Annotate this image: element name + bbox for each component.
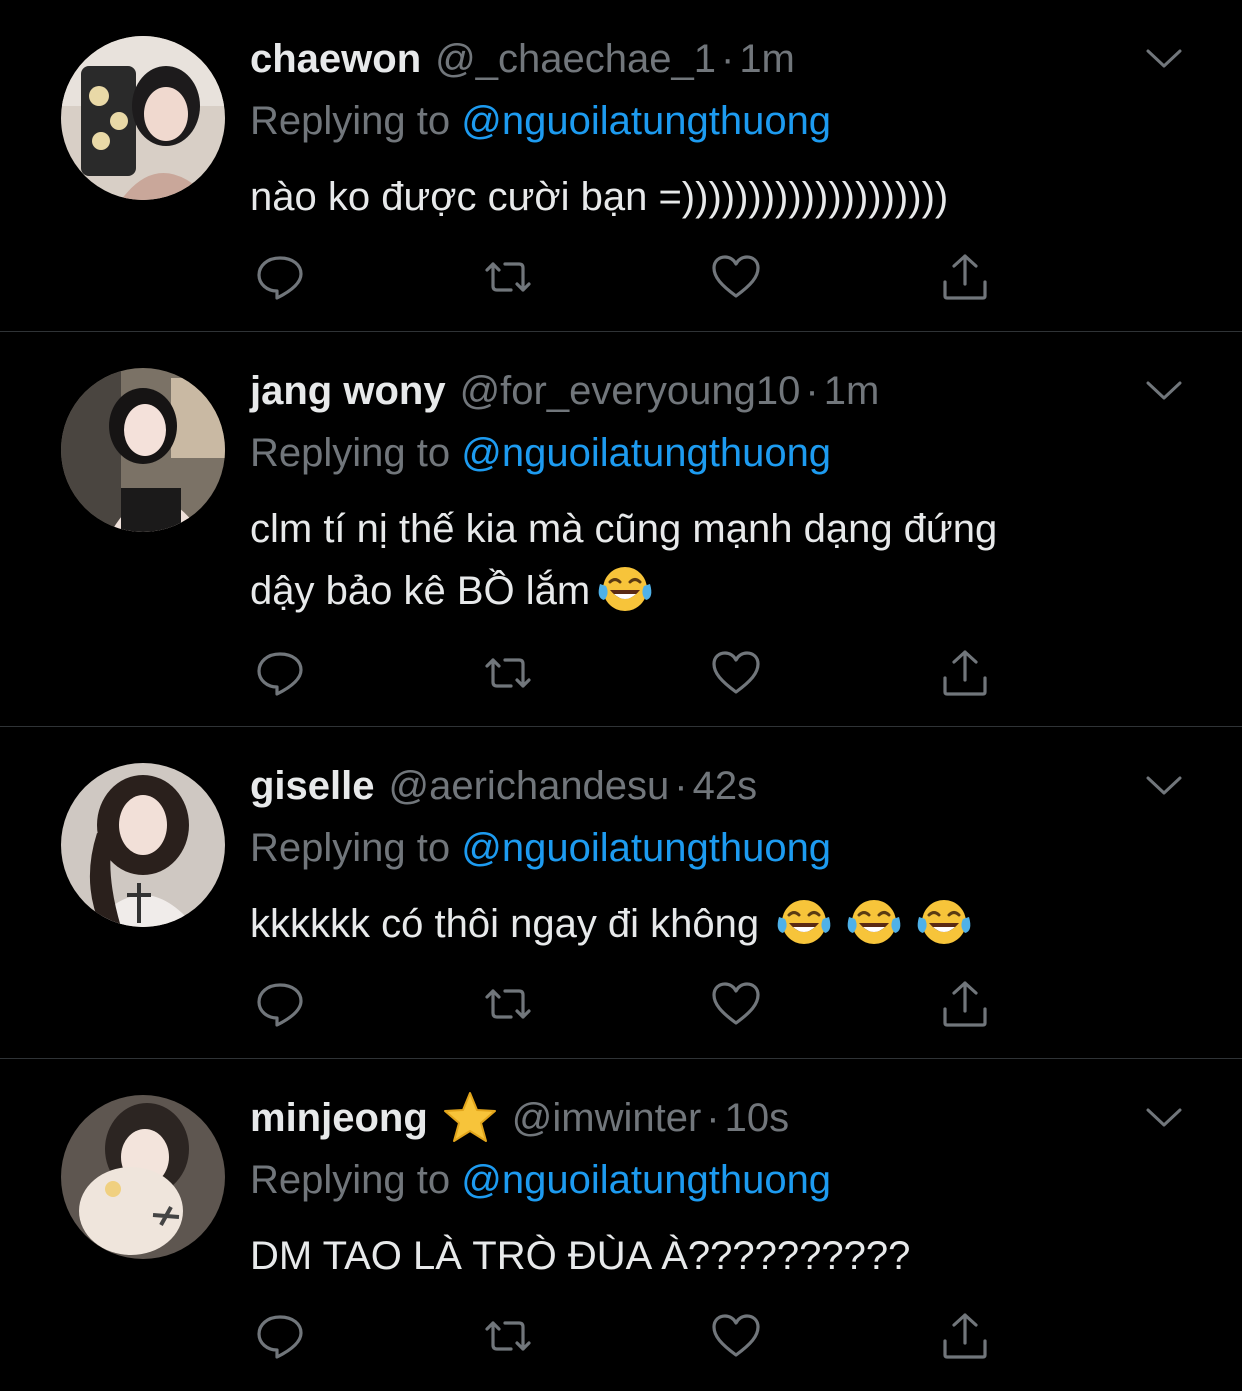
chevron-down-icon[interactable] xyxy=(1145,1107,1183,1129)
handle[interactable]: @imwinter xyxy=(512,1093,702,1143)
retweet-icon[interactable] xyxy=(483,252,533,302)
display-name[interactable]: minjeong xyxy=(250,1093,428,1143)
tweet-actions xyxy=(250,1311,1010,1361)
handle[interactable]: @for_everyoung10 xyxy=(460,366,801,416)
timestamp[interactable]: 1m xyxy=(824,366,880,416)
replying-label: Replying to xyxy=(250,431,451,475)
timestamp[interactable]: 10s xyxy=(725,1093,790,1143)
replying-to: Replying to @nguoilatungthuong xyxy=(250,823,831,873)
avatar[interactable] xyxy=(61,368,225,532)
reply-icon[interactable] xyxy=(255,648,305,698)
timestamp[interactable]: 42s xyxy=(693,761,758,811)
tweet[interactable]: jang wony @for_everyoung10 · 1m Replying… xyxy=(0,332,1242,727)
avatar[interactable] xyxy=(61,1095,225,1259)
tweet-header: jang wony @for_everyoung10 · 1m xyxy=(250,366,879,416)
tweet-text-line: dậy bảo kê BỒ lắm xyxy=(250,569,591,613)
tweet-actions xyxy=(250,979,1010,1029)
tears-of-joy-emoji xyxy=(845,897,903,947)
reply-mention-link[interactable]: @nguoilatungthuong xyxy=(461,431,831,475)
display-name[interactable]: chaewon xyxy=(250,34,421,84)
separator-dot: · xyxy=(706,1096,720,1140)
tears-of-joy-emoji xyxy=(596,564,654,614)
star-emoji xyxy=(442,1091,498,1145)
replying-label: Replying to xyxy=(250,1158,451,1202)
tweet[interactable]: minjeong @imwinter · 10s Replying to @ng… xyxy=(0,1059,1242,1391)
tweet-text: DM TAO LÀ TRÒ ĐÙA À?????????? xyxy=(250,1225,1190,1287)
share-icon[interactable] xyxy=(940,1311,990,1361)
tweet-header: giselle @aerichandesu · 42s xyxy=(250,761,757,811)
tweet-text-line: kkkkkk có thôi ngay đi không xyxy=(250,902,760,946)
tweet-text: kkkkkk có thôi ngay đi không xyxy=(250,893,1190,955)
chevron-down-icon[interactable] xyxy=(1145,48,1183,70)
share-icon[interactable] xyxy=(940,252,990,302)
retweet-icon[interactable] xyxy=(483,648,533,698)
replying-to: Replying to @nguoilatungthuong xyxy=(250,428,831,478)
avatar[interactable] xyxy=(61,36,225,200)
display-name[interactable]: jang wony xyxy=(250,366,446,416)
tweet-text-line: nào ko được cười bạn =))))))))))))))))))… xyxy=(250,175,949,219)
tweet-text-line: clm tí nị thế kia mà cũng mạnh dạng đứng xyxy=(250,507,998,551)
reply-icon[interactable] xyxy=(255,979,305,1029)
display-name[interactable]: giselle xyxy=(250,761,375,811)
tweet-text: clm tí nị thế kia mà cũng mạnh dạng đứng… xyxy=(250,498,1190,622)
replying-label: Replying to xyxy=(250,826,451,870)
reply-icon[interactable] xyxy=(255,252,305,302)
tweet[interactable]: giselle @aerichandesu · 42s Replying to … xyxy=(0,727,1242,1059)
tweet-header: chaewon @_chaechae_1 · 1m xyxy=(250,34,795,84)
chevron-down-icon[interactable] xyxy=(1145,775,1183,797)
tweet-actions xyxy=(250,648,1010,698)
tweet-text: nào ko được cười bạn =))))))))))))))))))… xyxy=(250,166,1190,228)
replying-to: Replying to @nguoilatungthuong xyxy=(250,1155,831,1205)
replying-label: Replying to xyxy=(250,99,451,143)
heart-icon[interactable] xyxy=(711,1311,761,1361)
handle[interactable]: @_chaechae_1 xyxy=(435,34,716,84)
avatar[interactable] xyxy=(61,763,225,927)
chevron-down-icon[interactable] xyxy=(1145,380,1183,402)
tweet-header: minjeong @imwinter · 10s xyxy=(250,1091,790,1145)
tweet-text-line: DM TAO LÀ TRÒ ĐÙA À?????????? xyxy=(250,1234,911,1278)
separator-dot: · xyxy=(720,37,735,81)
reply-mention-link[interactable]: @nguoilatungthuong xyxy=(461,99,831,143)
reply-mention-link[interactable]: @nguoilatungthuong xyxy=(461,1158,831,1202)
separator-dot: · xyxy=(805,369,819,413)
tweet[interactable]: chaewon @_chaechae_1 · 1m Replying to @n… xyxy=(0,0,1242,332)
reply-icon[interactable] xyxy=(255,1311,305,1361)
reply-mention-link[interactable]: @nguoilatungthuong xyxy=(461,826,831,870)
tweet-actions xyxy=(250,252,1010,302)
separator-dot: · xyxy=(674,764,688,808)
tears-of-joy-emoji xyxy=(775,897,833,947)
replying-to: Replying to @nguoilatungthuong xyxy=(250,96,831,146)
heart-icon[interactable] xyxy=(711,252,761,302)
tears-of-joy-emoji xyxy=(915,897,973,947)
share-icon[interactable] xyxy=(940,648,990,698)
heart-icon[interactable] xyxy=(711,979,761,1029)
heart-icon[interactable] xyxy=(711,648,761,698)
retweet-icon[interactable] xyxy=(483,979,533,1029)
retweet-icon[interactable] xyxy=(483,1311,533,1361)
handle[interactable]: @aerichandesu xyxy=(389,761,670,811)
share-icon[interactable] xyxy=(940,979,990,1029)
timestamp[interactable]: 1m xyxy=(739,34,795,84)
